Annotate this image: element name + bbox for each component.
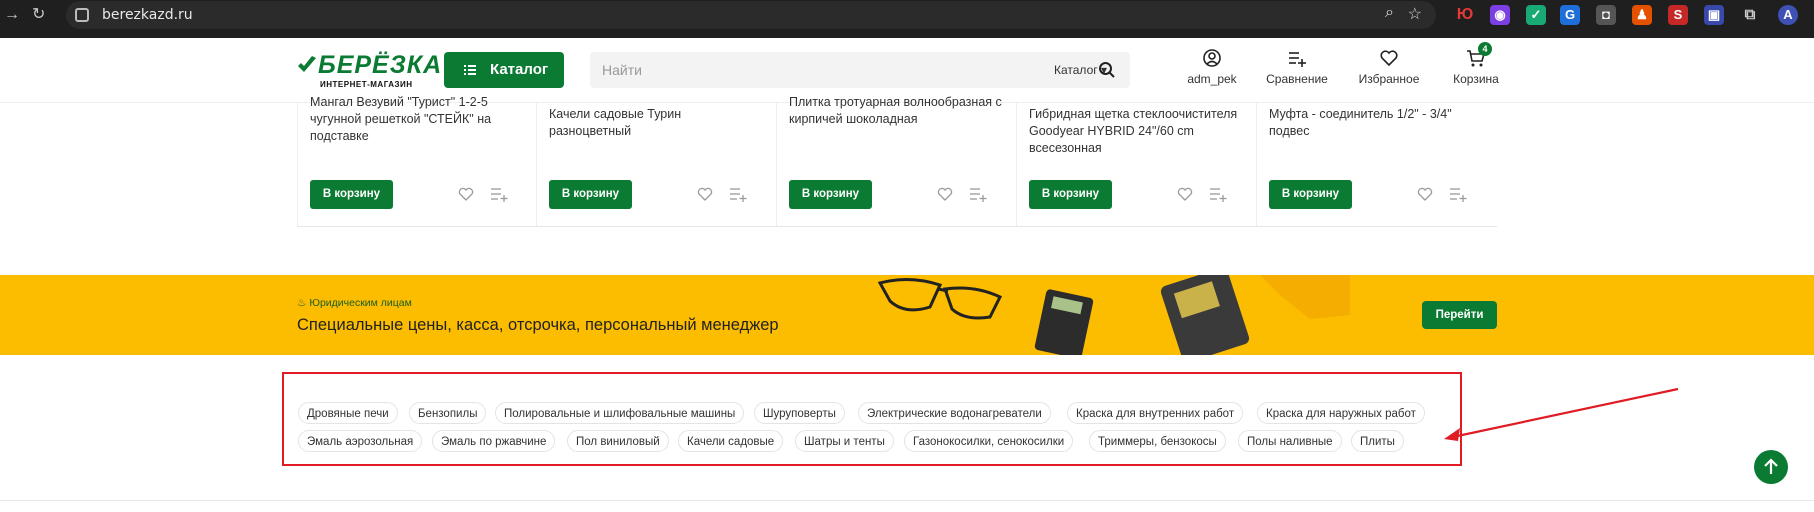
tag-link[interactable]: Электрические водонагреватели bbox=[858, 402, 1051, 424]
product-card: Мангал Везувий "Турист" 1-2-5 чугунной р… bbox=[297, 95, 537, 226]
scroll-to-top-button[interactable] bbox=[1754, 450, 1788, 484]
product-title[interactable]: Мангал Везувий "Турист" 1-2-5 чугунной р… bbox=[310, 94, 525, 145]
extension-translate-icon[interactable]: G bbox=[1560, 5, 1580, 25]
site-info-icon[interactable] bbox=[75, 8, 89, 22]
logo-name: БЕРЁЗКА bbox=[318, 51, 443, 79]
address-bar[interactable]: berezkazd.ru ⌕ ☆ bbox=[66, 1, 1436, 29]
compare-icon[interactable] bbox=[1449, 186, 1467, 202]
search-scope-label: Каталог bbox=[1054, 63, 1098, 77]
extension-camera-icon[interactable]: ◘ bbox=[1596, 5, 1616, 25]
catalog-button[interactable]: Каталог bbox=[444, 52, 564, 88]
tag-link[interactable]: Шатры и тенты bbox=[795, 430, 894, 452]
arrow-up-icon bbox=[1764, 458, 1778, 474]
search-input[interactable] bbox=[590, 52, 1014, 88]
logo-leaf-icon bbox=[298, 56, 316, 72]
heart-icon[interactable] bbox=[697, 186, 713, 202]
product-title[interactable]: Гибридная щетка стеклоочистителя Goodyea… bbox=[1029, 106, 1244, 157]
tag-link[interactable]: Эмаль по ржавчине bbox=[432, 430, 556, 452]
compare-icon[interactable] bbox=[1209, 186, 1227, 202]
footer-divider bbox=[0, 500, 1814, 501]
tag-link[interactable]: Газонокосилки, сенокосилки bbox=[904, 430, 1074, 452]
favorites-link[interactable]: Избранное bbox=[1354, 48, 1424, 86]
add-to-cart-button[interactable]: В корзину bbox=[1269, 180, 1352, 209]
banner-kicker-text: Юридическим лицам bbox=[309, 297, 412, 309]
tag-link[interactable]: Полировальные и шлифовальные машины bbox=[495, 402, 745, 424]
product-card: Качели садовые Турин разноцветный В корз… bbox=[537, 102, 777, 226]
heart-icon[interactable] bbox=[1417, 186, 1433, 202]
tag-link[interactable]: Бензопилы bbox=[409, 402, 487, 424]
extension-icon[interactable]: ◉ bbox=[1490, 5, 1510, 25]
user-icon bbox=[1203, 49, 1221, 67]
heart-icon[interactable] bbox=[937, 186, 953, 202]
tag-link[interactable]: Пол виниловый bbox=[567, 430, 669, 452]
compare-icon bbox=[1289, 52, 1306, 67]
reload-icon[interactable]: ↻ bbox=[32, 0, 45, 30]
add-to-cart-button[interactable]: В корзину bbox=[549, 180, 632, 209]
tag-link[interactable]: Полы наливные bbox=[1238, 430, 1342, 452]
heart-icon[interactable] bbox=[458, 186, 474, 202]
add-to-cart-button[interactable]: В корзину bbox=[789, 180, 872, 209]
site-logo[interactable]: БЕРЁЗКА ИНТЕРНЕТ-МАГАЗИН bbox=[296, 51, 441, 89]
url-text[interactable]: berezkazd.ru bbox=[102, 1, 193, 29]
tag-link[interactable]: Триммеры, бензокосы bbox=[1089, 430, 1226, 452]
product-card: Муфта - соединитель 1/2" - 3/4" подвес В… bbox=[1257, 102, 1497, 226]
banner-illustration bbox=[877, 275, 1350, 355]
extension-yandex-icon[interactable]: Ю bbox=[1455, 5, 1475, 25]
compare-icon[interactable] bbox=[969, 186, 987, 202]
tag-link[interactable]: Плиты bbox=[1351, 430, 1404, 452]
cart-label: Корзина bbox=[1453, 72, 1499, 86]
b2b-banner: ♨ Юридическим лицам Специальные цены, ка… bbox=[0, 275, 1814, 355]
catalog-button-label: Каталог bbox=[490, 61, 549, 78]
heart-icon[interactable] bbox=[1177, 186, 1193, 202]
compare-icon[interactable] bbox=[729, 186, 747, 202]
extension-icon[interactable]: ♟ bbox=[1632, 5, 1652, 25]
banner-headline: Специальные цены, касса, отсрочка, персо… bbox=[297, 316, 779, 334]
browser-toolbar: → ↻ berezkazd.ru ⌕ ☆ Ю ◉ ✓ G ◘ ♟ S ▣ ⧉ A bbox=[0, 0, 1814, 38]
search-bar: Каталог ▾ bbox=[590, 52, 1130, 88]
profile-avatar-icon[interactable]: A bbox=[1778, 5, 1798, 25]
tag-link[interactable]: Краска для внутренних работ bbox=[1067, 402, 1244, 424]
compare-label: Сравнение bbox=[1266, 72, 1328, 86]
compare-icon[interactable] bbox=[490, 186, 508, 202]
compare-link[interactable]: Сравнение bbox=[1262, 48, 1332, 86]
menu-list-icon bbox=[464, 65, 476, 75]
banner-go-button[interactable]: Перейти bbox=[1422, 301, 1497, 329]
extension-icon[interactable]: ▣ bbox=[1704, 5, 1724, 25]
banner-kicker: ♨ Юридическим лицам bbox=[297, 297, 412, 309]
extensions-puzzle-icon[interactable]: ⧉ bbox=[1740, 5, 1760, 25]
extension-icon[interactable]: S bbox=[1668, 5, 1688, 25]
search-icon[interactable] bbox=[1098, 61, 1116, 79]
heart-icon bbox=[1380, 50, 1398, 67]
tag-link[interactable]: Краска для наружных работ bbox=[1257, 402, 1425, 424]
cart-count-badge: 4 bbox=[1478, 42, 1492, 56]
product-title[interactable]: Качели садовые Турин разноцветный bbox=[549, 106, 764, 140]
extension-shield-icon[interactable]: ✓ bbox=[1526, 5, 1546, 25]
product-card: Гибридная щетка стеклоочистителя Goodyea… bbox=[1017, 102, 1257, 226]
cart-link[interactable]: 4 Корзина bbox=[1448, 42, 1504, 86]
favorites-label: Избранное bbox=[1358, 72, 1420, 86]
add-to-cart-button[interactable]: В корзину bbox=[310, 180, 393, 209]
product-card: Плитка тротуарная волнообразная с кирпич… bbox=[777, 95, 1017, 226]
logo-subtitle: ИНТЕРНЕТ-МАГАЗИН bbox=[320, 80, 413, 89]
cart-icon-wrap: 4 bbox=[1466, 42, 1492, 68]
forward-icon[interactable]: → bbox=[4, 0, 20, 30]
tag-link[interactable]: Эмаль аэрозольная bbox=[298, 430, 423, 452]
user-label: adm_pek bbox=[1187, 72, 1237, 86]
annotation-arrow bbox=[1444, 387, 1679, 441]
user-account-link[interactable]: adm_pek bbox=[1184, 48, 1240, 86]
product-carousel: Мангал Везувий "Турист" 1-2-5 чугунной р… bbox=[297, 95, 1497, 227]
product-title[interactable]: Муфта - соединитель 1/2" - 3/4" подвес bbox=[1269, 106, 1484, 140]
tag-link[interactable]: Шуруповерты bbox=[754, 402, 845, 424]
add-to-cart-button[interactable]: В корзину bbox=[1029, 180, 1112, 209]
zoom-icon[interactable]: ⌕ bbox=[1385, 4, 1394, 22]
flame-icon: ♨ bbox=[297, 297, 307, 309]
product-title[interactable]: Плитка тротуарная волнообразная с кирпич… bbox=[789, 94, 1004, 128]
bookmark-star-icon[interactable]: ☆ bbox=[1408, 4, 1422, 24]
tag-link[interactable]: Качели садовые bbox=[678, 430, 784, 452]
tag-link[interactable]: Дровяные печи bbox=[298, 402, 398, 424]
